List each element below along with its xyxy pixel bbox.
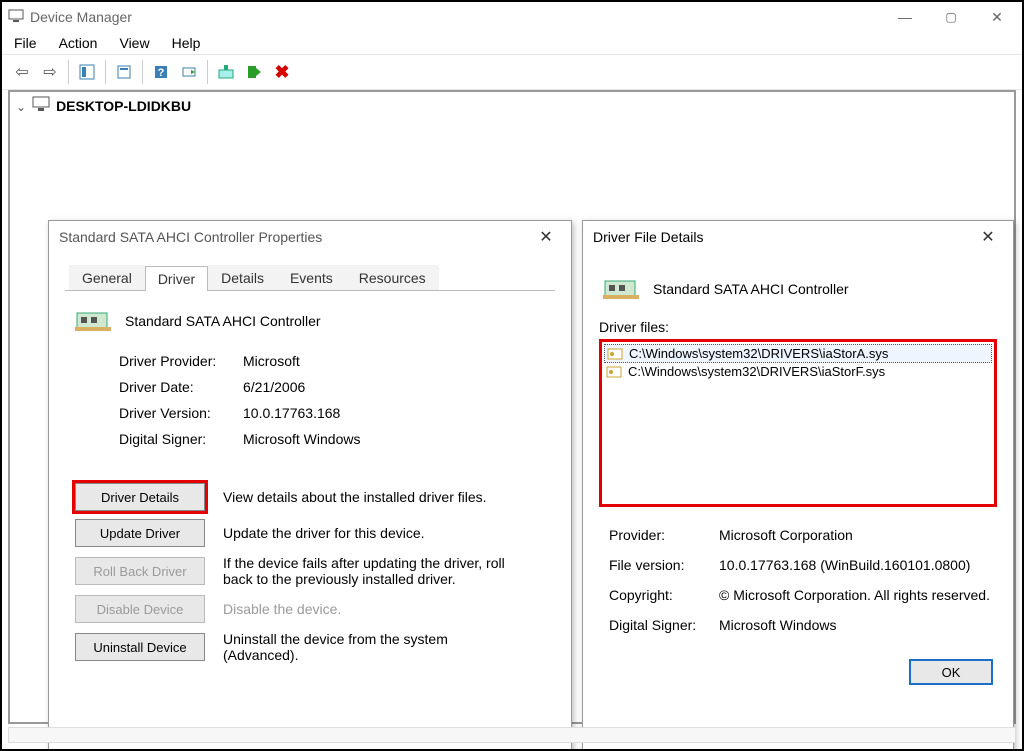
roll-back-driver-button: Roll Back Driver: [75, 557, 205, 585]
driver-file-path: C:\Windows\system32\DRIVERS\iaStorA.sys: [629, 346, 888, 361]
properties-dialog: Standard SATA AHCI Controller Properties…: [48, 220, 572, 751]
details-dialog-title-bar: Driver File Details: [583, 221, 1013, 253]
properties-dialog-title-bar: Standard SATA AHCI Controller Properties: [49, 221, 571, 253]
driver-version-value: 10.0.17763.168: [243, 405, 340, 421]
properties-device-name: Standard SATA AHCI Controller: [125, 313, 321, 329]
driver-file-path: C:\Windows\system32\DRIVERS\iaStorF.sys: [628, 364, 885, 379]
file-info-grid: Provider:Microsoft Corporation File vers…: [609, 527, 997, 633]
driver-provider-label: Driver Provider:: [119, 353, 243, 369]
device-tree-panel: DESKTOP-LDIDKBU Standard SATA AHCI Contr…: [8, 90, 1016, 724]
help-icon[interactable]: ?: [147, 59, 175, 85]
driver-date-label: Driver Date:: [119, 379, 243, 395]
tab-driver[interactable]: Driver: [145, 266, 208, 291]
disable-device-icon[interactable]: [268, 59, 296, 85]
driver-files-list[interactable]: C:\Windows\system32\DRIVERS\iaStorA.sys …: [599, 339, 997, 507]
tab-events[interactable]: Events: [277, 265, 346, 290]
copyright-label: Copyright:: [609, 587, 719, 603]
toolbar-separator: [207, 60, 208, 84]
driver-details-desc: View details about the installed driver …: [223, 489, 487, 505]
svg-text:?: ?: [158, 67, 165, 79]
hardware-card-icon: [603, 275, 639, 303]
list-item[interactable]: C:\Windows\system32\DRIVERS\iaStorF.sys: [604, 363, 992, 380]
details-signer-label: Digital Signer:: [609, 617, 719, 633]
close-icon[interactable]: [973, 222, 1003, 252]
computer-icon: [8, 8, 24, 27]
file-icon: [607, 347, 623, 361]
computer-icon: [32, 96, 50, 115]
driver-files-label: Driver files:: [599, 319, 997, 335]
driver-version-label: Driver Version:: [119, 405, 243, 421]
tree-root-label: DESKTOP-LDIDKBU: [56, 98, 191, 114]
properties-icon[interactable]: [110, 59, 138, 85]
provider-label: Provider:: [609, 527, 719, 543]
toolbar: ?: [2, 54, 1022, 90]
uninstall-device-desc: Uninstall the device from the system (Ad…: [223, 631, 523, 663]
chevron-down-icon: [16, 98, 32, 114]
file-version-value: 10.0.17763.168 (WinBuild.160101.0800): [719, 557, 970, 573]
driver-provider-value: Microsoft: [243, 353, 300, 369]
update-driver-icon[interactable]: [212, 59, 240, 85]
driver-date-value: 6/21/2006: [243, 379, 305, 395]
properties-dialog-title: Standard SATA AHCI Controller Properties: [59, 229, 322, 245]
digital-signer-value: Microsoft Windows: [243, 431, 360, 447]
forward-arrow-icon[interactable]: [36, 59, 64, 85]
show-hide-tree-icon[interactable]: [73, 59, 101, 85]
app-title-bar: Device Manager: [2, 2, 1022, 32]
update-driver-desc: Update the driver for this device.: [223, 525, 425, 541]
tab-details[interactable]: Details: [208, 265, 277, 290]
close-button[interactable]: [974, 2, 1020, 32]
driver-file-details-dialog: Driver File Details Standard SATA AHCI C…: [582, 220, 1014, 751]
toolbar-separator: [68, 60, 69, 84]
disable-device-desc: Disable the device.: [223, 601, 341, 617]
uninstall-device-button[interactable]: Uninstall Device: [75, 633, 205, 661]
hardware-card-icon: [75, 307, 111, 335]
driver-info-grid: Driver Provider:Microsoft Driver Date:6/…: [119, 353, 555, 447]
driver-details-button[interactable]: Driver Details: [75, 483, 205, 511]
back-arrow-icon[interactable]: [8, 59, 36, 85]
scan-hardware-icon[interactable]: [175, 59, 203, 85]
tab-resources[interactable]: Resources: [346, 265, 439, 290]
provider-value: Microsoft Corporation: [719, 527, 853, 543]
copyright-value: © Microsoft Corporation. All rights rese…: [719, 587, 990, 603]
update-driver-button[interactable]: Update Driver: [75, 519, 205, 547]
close-icon[interactable]: [531, 222, 561, 252]
details-dialog-title: Driver File Details: [593, 229, 703, 245]
ok-button[interactable]: OK: [909, 659, 993, 685]
details-signer-value: Microsoft Windows: [719, 617, 836, 633]
toolbar-separator: [142, 60, 143, 84]
menu-file[interactable]: File: [14, 35, 37, 51]
uninstall-device-icon[interactable]: [240, 59, 268, 85]
digital-signer-label: Digital Signer:: [119, 431, 243, 447]
properties-tabs: General Driver Details Events Resources: [65, 265, 555, 291]
minimize-button[interactable]: [882, 2, 928, 32]
file-icon: [606, 365, 622, 379]
toolbar-separator: [105, 60, 106, 84]
disable-device-button: Disable Device: [75, 595, 205, 623]
roll-back-driver-desc: If the device fails after updating the d…: [223, 555, 523, 587]
file-version-label: File version:: [609, 557, 719, 573]
maximize-button[interactable]: [928, 2, 974, 32]
details-device-name: Standard SATA AHCI Controller: [653, 281, 849, 297]
list-item[interactable]: C:\Windows\system32\DRIVERS\iaStorA.sys: [604, 344, 992, 363]
menu-bar: File Action View Help: [2, 32, 1022, 54]
app-title: Device Manager: [30, 9, 882, 25]
tree-root-row[interactable]: DESKTOP-LDIDKBU: [10, 92, 1014, 119]
status-bar: [8, 727, 1016, 743]
menu-action[interactable]: Action: [59, 35, 98, 51]
menu-view[interactable]: View: [119, 35, 149, 51]
tab-general[interactable]: General: [69, 265, 145, 290]
menu-help[interactable]: Help: [172, 35, 201, 51]
